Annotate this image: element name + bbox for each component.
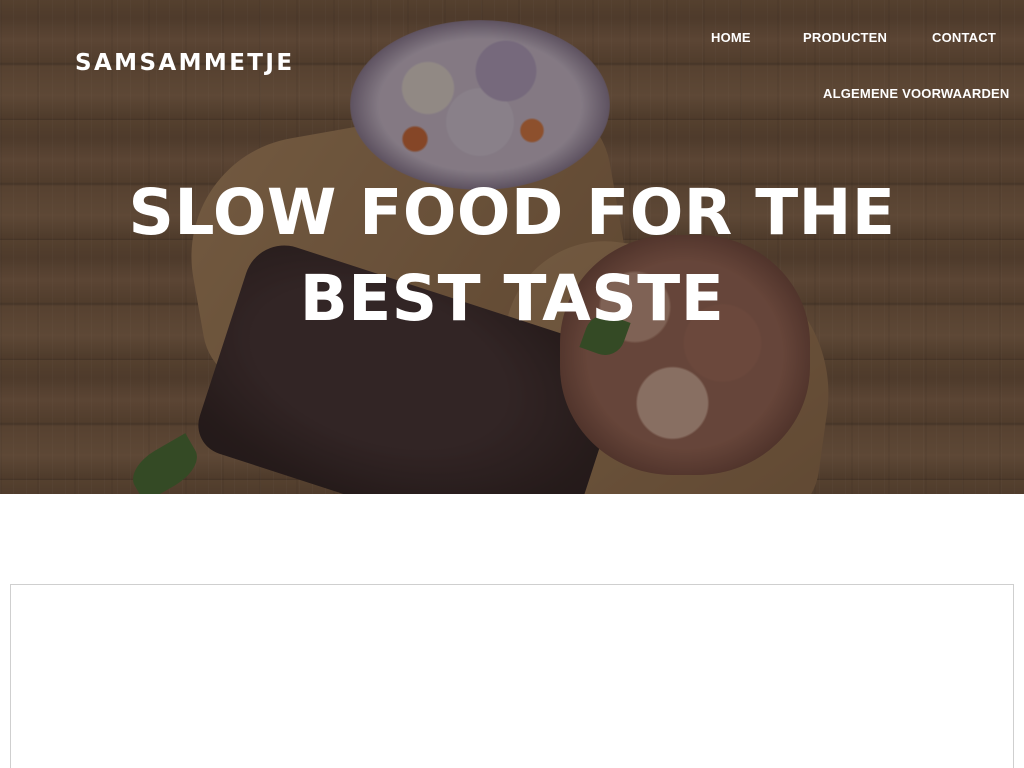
- nav-item-contact[interactable]: CONTACT: [932, 30, 996, 45]
- hero-headline: SLOW FOOD FOR THE BEST TASTE: [128, 176, 896, 335]
- site-logo[interactable]: SAMSAMMETJE: [75, 50, 294, 76]
- nav-item-algemene-voorwaarden[interactable]: ALGEMENE VOORWAARDEN: [823, 86, 1010, 101]
- content-card: [10, 584, 1014, 768]
- nav-item-home[interactable]: HOME: [711, 30, 751, 45]
- nav-item-producten[interactable]: PRODUCTEN: [803, 30, 887, 45]
